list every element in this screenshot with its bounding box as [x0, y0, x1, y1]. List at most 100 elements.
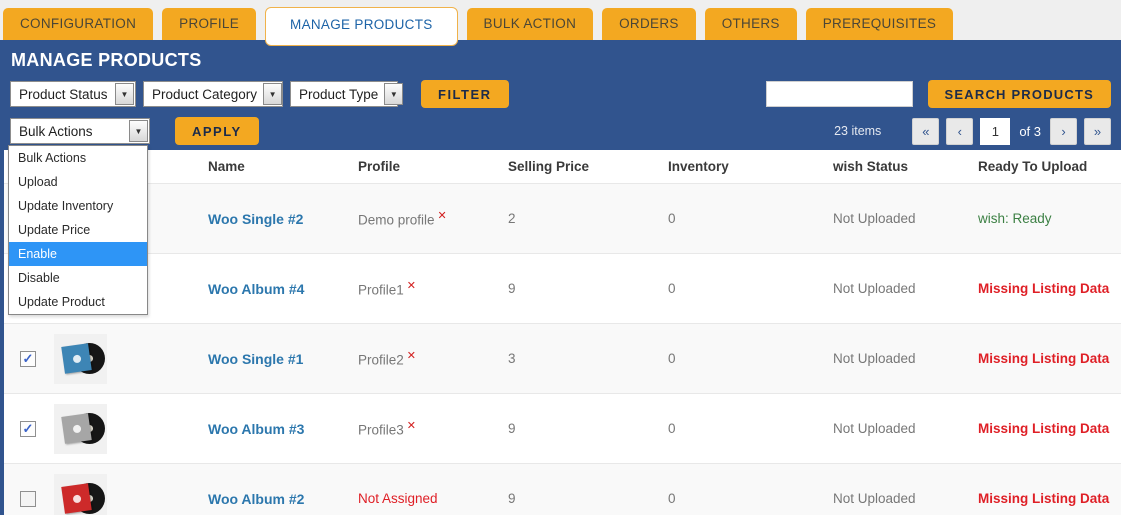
selling-price-cell: 9 [508, 491, 516, 506]
dropdown-option-update-product[interactable]: Update Product [9, 290, 147, 314]
chevron-down-icon[interactable]: ▼ [384, 83, 404, 105]
bulk-actions-select[interactable]: Bulk Actions ▼ [10, 118, 150, 144]
selling-price-cell: 3 [508, 351, 516, 366]
header-name: Name [208, 159, 245, 174]
ready-to-upload-cell: Missing Listing Data [978, 281, 1110, 296]
wish-status-cell: Not Uploaded [833, 491, 916, 506]
selling-price-cell: 9 [508, 281, 516, 296]
manage-products-panel: MANAGE PRODUCTS Product Status ▼ Product… [0, 40, 1121, 150]
wish-status-cell: Not Uploaded [833, 281, 916, 296]
tab-manage-products[interactable]: MANAGE PRODUCTS [265, 7, 458, 46]
tab-configuration[interactable]: CONFIGURATION [3, 8, 154, 40]
search-products-button[interactable]: SEARCH PRODUCTS [927, 80, 1111, 108]
search-input[interactable] [765, 81, 913, 107]
tab-orders[interactable]: ORDERS [602, 8, 696, 40]
checkbox-cell: ✓ [4, 420, 46, 437]
image-cell [46, 403, 196, 454]
profile-cell: Profile3 ✕ [346, 419, 496, 438]
remove-profile-icon[interactable]: ✕ [407, 420, 416, 432]
items-count: 23 items [834, 124, 882, 138]
image-cell [46, 333, 196, 384]
bulk-actions-selected-label: Bulk Actions [19, 123, 93, 139]
album-cover-icon [61, 342, 92, 374]
product-status-label: Product Status [19, 86, 108, 102]
first-page-button[interactable]: « [912, 117, 940, 145]
album-cover-icon [61, 412, 92, 444]
selling-price-cell: 9 [508, 421, 516, 436]
product-name-link[interactable]: Woo Single #2 [208, 211, 303, 227]
row-checkbox[interactable] [20, 490, 36, 507]
header-ready-to-upload: Ready To Upload [978, 159, 1088, 174]
next-page-button[interactable]: › [1050, 117, 1077, 145]
profile-label: Profile1 [358, 282, 404, 298]
remove-profile-icon[interactable]: ✕ [407, 350, 416, 362]
product-type-select[interactable]: Product Type ▼ [290, 81, 404, 107]
page-of-label: of 3 [1019, 123, 1041, 139]
tab-prerequisites[interactable]: PREREQUISITES [805, 8, 954, 40]
profile-label: Demo profile [358, 212, 435, 228]
album-cover-icon [61, 482, 92, 514]
filter-row: Product Status ▼ Product Category ▼ Prod… [10, 80, 1111, 108]
product-category-label: Product Category [152, 86, 258, 102]
table-row: ✓ Woo Single #1 Profile2 ✕ 3 0 Not Upload… [4, 324, 1121, 394]
remove-profile-icon[interactable]: ✕ [438, 210, 447, 222]
dropdown-option-update-price[interactable]: Update Price [9, 218, 147, 242]
product-name-cell: Woo Album #2 [196, 491, 346, 507]
dropdown-option-bulk-actions[interactable]: Bulk Actions [9, 146, 147, 170]
ready-to-upload-cell: Missing Listing Data [978, 351, 1110, 366]
header-inventory: Inventory [668, 159, 729, 174]
table-row: ✓ Woo Album #3 Profile3 ✕ 9 0 Not Uploade… [4, 394, 1121, 464]
chevron-down-icon[interactable]: ▼ [263, 83, 283, 105]
checkbox-cell [4, 490, 46, 507]
profile-cell: Demo profile ✕ [346, 209, 496, 228]
table-row: Woo Album #2 Not Assigned 9 0 Not Upload… [4, 464, 1121, 515]
page-title: MANAGE PRODUCTS [11, 50, 202, 70]
dropdown-option-update-inventory[interactable]: Update Inventory [9, 194, 147, 218]
apply-button[interactable]: APPLY [175, 117, 259, 145]
profile-cell: Profile2 ✕ [346, 349, 496, 368]
tab-bar: CONFIGURATION PROFILE MANAGE PRODUCTS BU… [0, 0, 1121, 46]
inventory-cell: 0 [668, 491, 676, 506]
bulk-actions-dropdown: Bulk Actions Upload Update Inventory Upd… [8, 145, 148, 315]
profile-cell: Not Assigned [358, 491, 438, 506]
pagination: 23 items « ‹ 1 of 3 › » [834, 117, 1111, 145]
table-row: Woo Single #2 Demo profile ✕ 2 0 Not Uplo… [4, 184, 1121, 254]
product-category-select[interactable]: Product Category ▼ [143, 81, 283, 107]
product-name-link[interactable]: Woo Single #1 [208, 351, 303, 367]
product-name-link[interactable]: Woo Album #4 [208, 281, 304, 297]
products-table: Name Profile Selling Price Inventory wis… [4, 150, 1121, 515]
selling-price-cell: 2 [508, 211, 516, 226]
current-page-input[interactable]: 1 [980, 117, 1011, 145]
product-status-select[interactable]: Product Status ▼ [10, 81, 136, 107]
dropdown-option-upload[interactable]: Upload [9, 170, 147, 194]
prev-page-button[interactable]: ‹ [946, 117, 974, 145]
row-checkbox[interactable]: ✓ [20, 420, 36, 437]
product-name-cell: Woo Single #2 [196, 211, 346, 227]
image-cell [46, 473, 196, 515]
chevron-down-icon[interactable]: ▼ [129, 120, 148, 142]
filter-button[interactable]: FILTER [421, 80, 509, 108]
remove-profile-icon[interactable]: ✕ [407, 280, 416, 292]
table-row: Woo Album #4 Profile1 ✕ 9 0 Not Uploaded … [4, 254, 1121, 324]
product-name-link[interactable]: Woo Album #2 [208, 491, 304, 507]
wish-status-cell: Not Uploaded [833, 211, 916, 226]
tab-profile[interactable]: PROFILE [162, 8, 257, 40]
checkbox-cell: ✓ [4, 350, 46, 367]
product-name-cell: Woo Album #3 [196, 421, 346, 437]
product-image [54, 403, 107, 454]
inventory-cell: 0 [668, 211, 676, 226]
last-page-button[interactable]: » [1084, 117, 1111, 145]
header-profile: Profile [358, 159, 401, 174]
profile-label: Profile2 [358, 352, 404, 368]
profile-label: Profile3 [358, 422, 404, 438]
product-image [54, 473, 107, 515]
tab-bulk-action[interactable]: BULK ACTION [466, 8, 594, 40]
chevron-down-icon[interactable]: ▼ [115, 83, 134, 105]
dropdown-option-enable[interactable]: Enable [9, 242, 147, 266]
header-wish-status: wish Status [833, 159, 909, 174]
product-image [54, 333, 107, 384]
tab-others[interactable]: OTHERS [704, 8, 797, 40]
row-checkbox[interactable]: ✓ [20, 350, 36, 367]
product-name-link[interactable]: Woo Album #3 [208, 421, 304, 437]
dropdown-option-disable[interactable]: Disable [9, 266, 147, 290]
